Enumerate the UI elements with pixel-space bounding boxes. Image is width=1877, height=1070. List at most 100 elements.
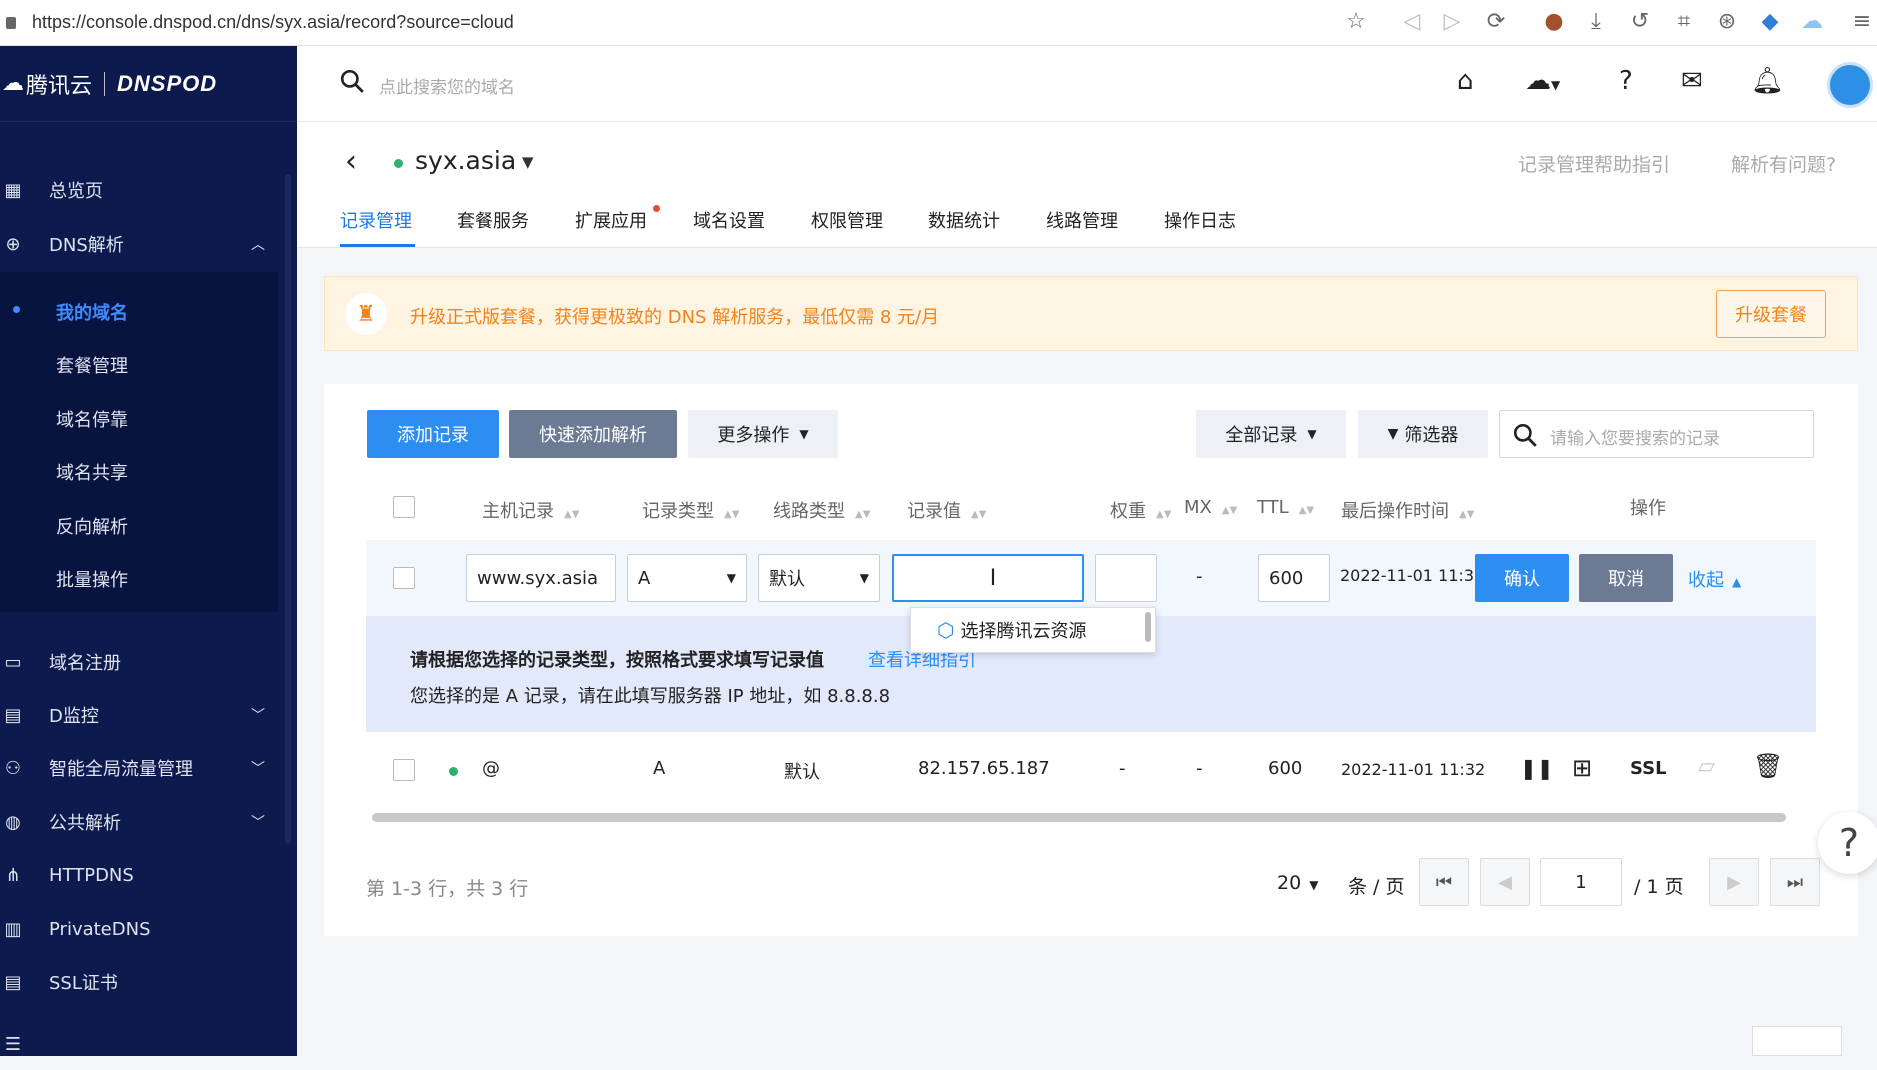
home-icon[interactable]: ⌂ xyxy=(1457,66,1474,96)
sidebar-item-dns[interactable]: ⊕ DNS解析 ︿ xyxy=(0,218,297,270)
vpn-icon[interactable]: ⊛ xyxy=(1713,8,1741,36)
record-type-select[interactable]: A ▼ xyxy=(627,554,747,602)
col-type[interactable]: 记录类型 ▲▼ xyxy=(642,497,739,523)
menu-icon[interactable]: ≡ xyxy=(1848,8,1876,36)
sidebar-item-ssl[interactable]: ▤ SSL证书 xyxy=(0,956,297,1008)
sidebar-item-register[interactable]: ▭ 域名注册 xyxy=(0,636,297,688)
tab-records[interactable]: 记录管理 xyxy=(340,207,412,233)
all-records-dropdown[interactable]: 全部记录 ▼ xyxy=(1196,410,1346,458)
cancel-button[interactable]: 取消 xyxy=(1579,554,1673,602)
brand-logo[interactable]: ☁ 腾讯云 DNSPOD xyxy=(0,46,297,122)
weight-input[interactable] xyxy=(1095,554,1157,602)
edit-icon[interactable]: ▱ xyxy=(1698,754,1715,779)
upgrade-button[interactable]: 升级套餐 xyxy=(1716,290,1826,338)
tab-logs[interactable]: 操作日志 xyxy=(1164,207,1236,233)
ssl-button[interactable]: SSL xyxy=(1630,758,1667,779)
shield-icon[interactable]: ◆ xyxy=(1756,8,1784,36)
col-host[interactable]: 主机记录 ▲▼ xyxy=(482,497,579,523)
wechat-icon[interactable]: ✉ xyxy=(1681,66,1703,96)
submenu-parking[interactable]: 域名停靠 xyxy=(56,406,128,432)
search-icon[interactable] xyxy=(339,68,365,94)
cloud-dropdown-icon[interactable]: ☁▼ xyxy=(1525,66,1560,100)
chevron-down-icon[interactable]: ▼ xyxy=(522,153,534,171)
col-ttl[interactable]: TTL ▲▼ xyxy=(1257,497,1314,518)
submenu-reverse[interactable]: 反向解析 xyxy=(56,513,128,539)
submenu-batch[interactable]: 批量操作 xyxy=(56,566,128,592)
domain-search-input[interactable]: 点此搜索您的域名 xyxy=(379,73,515,98)
sidebar-item-overview[interactable]: ▦ 总览页 xyxy=(0,164,297,216)
sidebar-item-httpdns[interactable]: ⋔ HTTPDNS xyxy=(0,849,297,901)
chevron-down-icon: ﹀ xyxy=(251,761,265,777)
help-icon[interactable]: ? xyxy=(1619,66,1633,96)
sort-icon: ▲▼ xyxy=(1459,509,1475,520)
submenu-packages[interactable]: 套餐管理 xyxy=(56,352,128,378)
back-arrow-icon[interactable]: ‹ xyxy=(345,144,357,179)
ttl-input[interactable]: 600 xyxy=(1258,554,1330,602)
tencent-resource-popup[interactable]: ⬡ 选择腾讯云资源 xyxy=(910,607,1156,653)
filter-button[interactable]: ▼ 筛选器 xyxy=(1358,410,1488,458)
col-value[interactable]: 记录值 ▲▼ xyxy=(907,497,986,523)
avatar[interactable] xyxy=(1827,62,1873,108)
crop-icon[interactable]: ⌗ xyxy=(1670,8,1698,36)
next-page-button[interactable]: ▶ xyxy=(1709,858,1759,906)
row-checkbox[interactable] xyxy=(393,759,415,781)
domain-name[interactable]: syx.asia xyxy=(415,146,516,175)
search-icon xyxy=(1513,423,1537,447)
reload-icon[interactable]: ⟳ xyxy=(1482,8,1510,36)
sidebar-item-public-dns[interactable]: ◍ 公共解析 ﹀ xyxy=(0,796,297,848)
sidebar-item-monitor[interactable]: ▤ D监控 ﹀ xyxy=(0,689,297,741)
col-mx[interactable]: MX ▲▼ xyxy=(1184,497,1237,518)
popup-option-label: 选择腾讯云资源 xyxy=(960,621,1087,642)
tab-permissions[interactable]: 权限管理 xyxy=(811,207,883,233)
prev-page-button[interactable]: ◀ xyxy=(1480,858,1530,906)
sidebar-item-traffic[interactable]: ⚇ 智能全局流量管理 ﹀ xyxy=(0,742,297,794)
select-all-checkbox[interactable] xyxy=(393,496,415,518)
screenshot-thumbnail[interactable] xyxy=(1752,1026,1842,1056)
bell-icon[interactable]: 🔔︎ xyxy=(1751,66,1784,96)
submenu-sharing[interactable]: 域名共享 xyxy=(56,459,128,485)
brand-name: 腾讯云 xyxy=(26,73,93,99)
quick-add-button[interactable]: 快速添加解析 xyxy=(509,410,677,458)
line-type-select[interactable]: 默认 ▼ xyxy=(758,554,880,602)
add-record-button[interactable]: 添加记录 xyxy=(367,410,499,458)
record-value-input[interactable]: I xyxy=(892,554,1084,602)
address-bar[interactable]: https://console.dnspod.cn/dns/syx.asia/r… xyxy=(32,12,514,33)
tab-packages[interactable]: 套餐服务 xyxy=(457,207,529,233)
tab-domain-settings[interactable]: 域名设置 xyxy=(693,207,765,233)
last-page-button[interactable]: ⏭ xyxy=(1770,858,1820,906)
sidebar-item-privatedns[interactable]: ▥ PrivateDNS xyxy=(0,903,297,955)
delete-icon[interactable]: 🗑︎ xyxy=(1753,752,1783,780)
page-size-select[interactable]: 20 ▼ xyxy=(1277,872,1318,894)
col-line[interactable]: 线路类型 ▲▼ xyxy=(773,497,870,523)
star-icon[interactable]: ☆ xyxy=(1342,8,1370,36)
more-actions-button[interactable]: 更多操作 ▼ xyxy=(688,410,838,458)
monitor-chart-icon[interactable]: ⊞ xyxy=(1572,754,1592,782)
record-search-input[interactable]: 请输入您要搜索的记录 xyxy=(1499,410,1814,458)
cloud-icon[interactable]: ☁ xyxy=(1798,8,1826,36)
undo-icon[interactable]: ↺ xyxy=(1626,8,1654,36)
tab-extensions[interactable]: 扩展应用 xyxy=(575,207,647,233)
download-icon[interactable]: ⤓ xyxy=(1582,8,1610,36)
tab-statistics[interactable]: 数据统计 xyxy=(928,207,1000,233)
collapse-sidebar-button[interactable]: ☰ xyxy=(0,1018,297,1070)
resolve-issue-link[interactable]: 解析有问题? xyxy=(1731,150,1836,177)
col-weight[interactable]: 权重 ▲▼ xyxy=(1110,497,1171,523)
pause-icon[interactable]: ❚❚ xyxy=(1520,756,1554,780)
horizontal-scrollbar[interactable] xyxy=(372,813,1786,822)
back-nav-icon[interactable]: ◁ xyxy=(1398,8,1426,36)
forward-nav-icon[interactable]: ▷ xyxy=(1438,8,1466,36)
tab-lines[interactable]: 线路管理 xyxy=(1046,207,1118,233)
host-input[interactable]: www.syx.asia xyxy=(466,554,616,602)
active-indicator xyxy=(13,306,20,313)
collapse-link[interactable]: 收起 ▲ xyxy=(1688,566,1741,592)
popup-scrollbar[interactable] xyxy=(1145,612,1151,642)
floating-help-button[interactable]: ? xyxy=(1818,812,1877,874)
submenu-my-domains[interactable]: 我的域名 xyxy=(56,299,128,325)
row-checkbox[interactable] xyxy=(393,567,415,589)
page-number-input[interactable]: 1 xyxy=(1540,858,1622,906)
col-time[interactable]: 最后操作时间 ▲▼ xyxy=(1341,497,1474,523)
extension-icon[interactable]: ● xyxy=(1540,8,1568,36)
help-guide-link[interactable]: 记录管理帮助指引 xyxy=(1518,150,1670,177)
first-page-button[interactable]: ⏮ xyxy=(1419,858,1469,906)
confirm-button[interactable]: 确认 xyxy=(1475,554,1569,602)
